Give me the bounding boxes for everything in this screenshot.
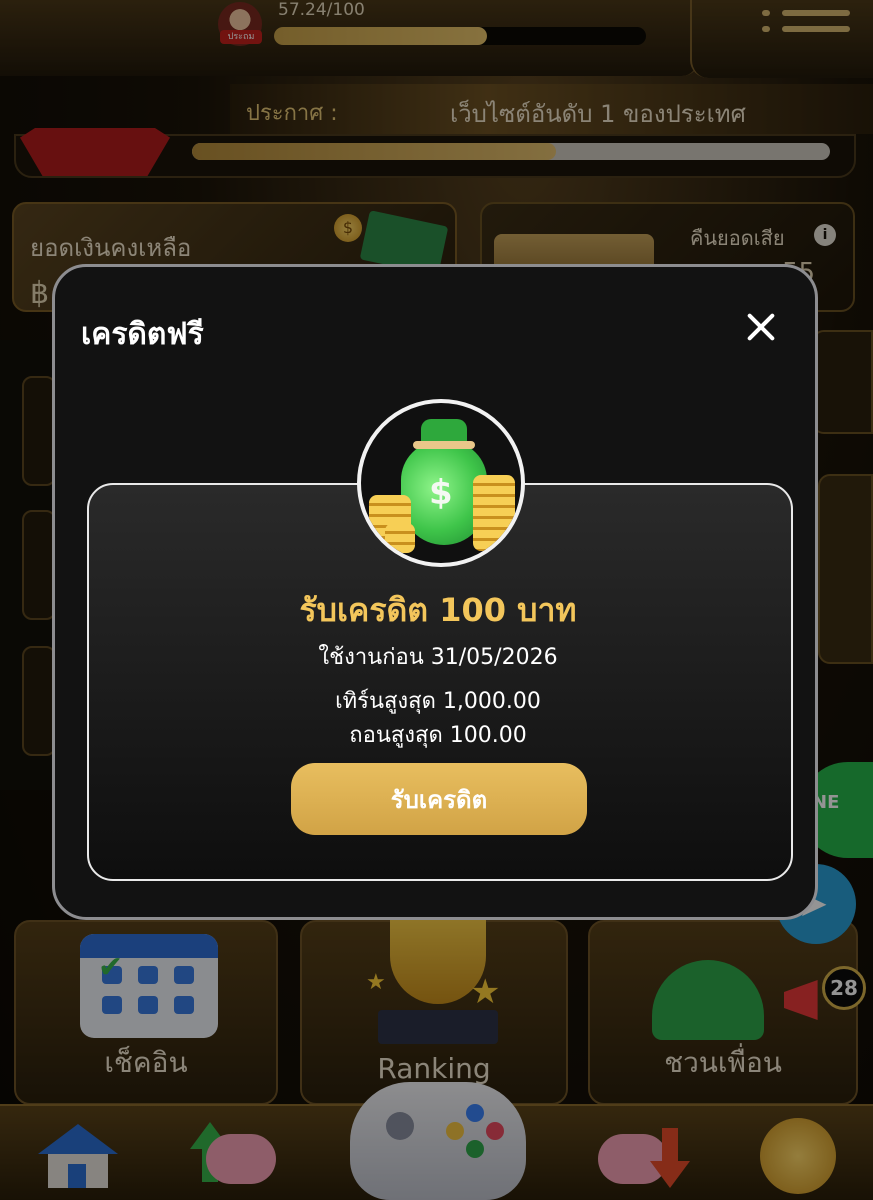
claim-credit-button[interactable]: รับเครดิต bbox=[291, 763, 587, 835]
close-icon[interactable] bbox=[743, 309, 779, 345]
reward-title: รับเครดิต 100 บาท bbox=[299, 591, 577, 629]
turnover-text: เทิร์นสูงสุด 1,000.00 bbox=[335, 689, 541, 714]
money-bag-icon: $ bbox=[357, 399, 525, 567]
coin-stack-icon bbox=[385, 523, 415, 553]
withdraw-limit-text: ถอนสูงสุด 100.00 bbox=[349, 723, 527, 748]
modal-title: เครดิตฟรี bbox=[81, 317, 204, 352]
bag-tie bbox=[413, 441, 475, 449]
expire-text: ใช้งานก่อน 31/05/2026 bbox=[318, 645, 558, 670]
coin-stack-icon bbox=[473, 475, 515, 551]
free-credit-modal: เครดิตฟรี $ รับเครดิต 100 บาท ใช้งานก่อน… bbox=[52, 264, 818, 920]
dollar-sign-icon: $ bbox=[429, 473, 453, 513]
